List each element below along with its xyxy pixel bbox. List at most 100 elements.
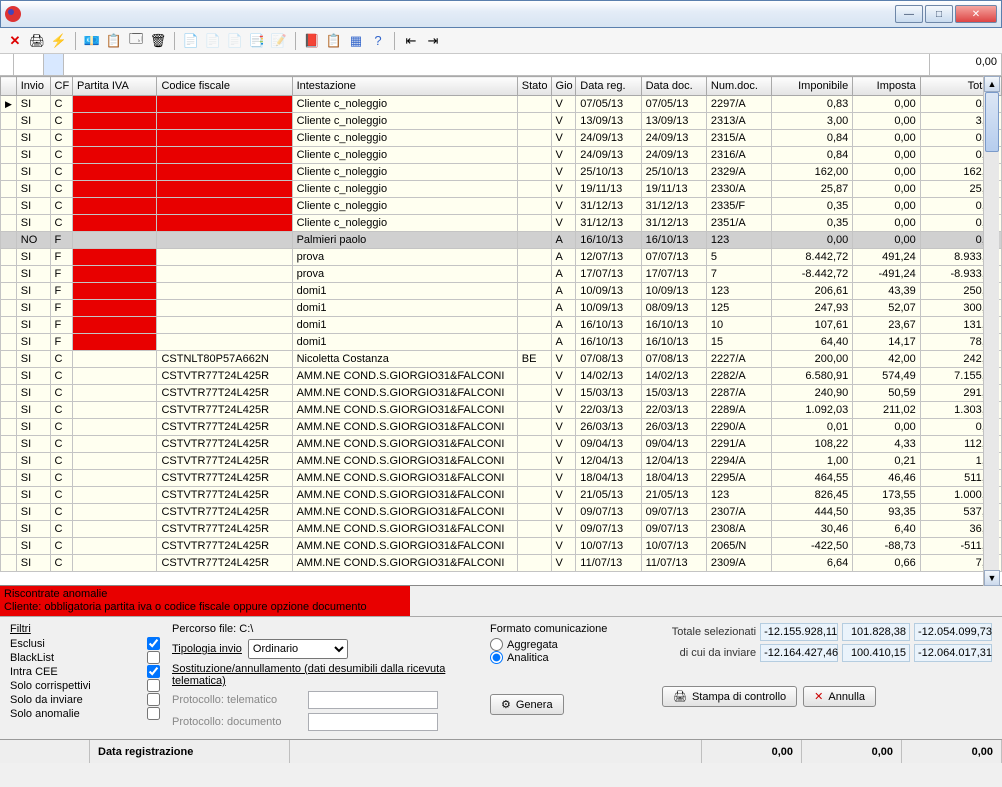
- proto-tele-input[interactable]: [308, 691, 438, 709]
- formato-header: Formato comunicazione: [490, 623, 650, 635]
- table-row[interactable]: SICCliente c_noleggioV25/10/1325/10/1323…: [1, 164, 1002, 181]
- close-button[interactable]: ✕: [955, 5, 997, 23]
- filter-solo-da-inviare[interactable]: Solo da inviare: [10, 693, 160, 706]
- table-row[interactable]: SICCSTVTR77T24L425RAMM.NE COND.S.GIORGIO…: [1, 555, 1002, 572]
- bolt-icon[interactable]: ⚡: [50, 32, 68, 50]
- vertical-scrollbar[interactable]: ▲ ▼: [983, 76, 999, 586]
- indent-right-icon[interactable]: ⇥: [424, 32, 442, 50]
- table-row[interactable]: SICCSTVTR77T24L425RAMM.NE COND.S.GIORGIO…: [1, 538, 1002, 555]
- doc4-icon[interactable]: 📑: [248, 32, 266, 50]
- grid-icon[interactable]: ▦: [347, 32, 365, 50]
- filter-solo-anomalie[interactable]: Solo anomalie: [10, 707, 160, 720]
- table-row[interactable]: SICCSTVTR77T24L425RAMM.NE COND.S.GIORGIO…: [1, 419, 1002, 436]
- annulla-button[interactable]: ✕Annulla: [803, 686, 876, 707]
- col-rowheader[interactable]: [1, 77, 17, 96]
- table-row[interactable]: SICCSTNLT80P57A662NNicoletta CostanzaBEV…: [1, 351, 1002, 368]
- doc3-icon[interactable]: 📄: [226, 32, 244, 50]
- table-row[interactable]: SICCSTVTR77T24L425RAMM.NE COND.S.GIORGIO…: [1, 436, 1002, 453]
- col-Partita IVA[interactable]: Partita IVA: [73, 77, 157, 96]
- col-Invio[interactable]: Invio: [16, 77, 50, 96]
- table-row[interactable]: SICCliente c_noleggioV24/09/1324/09/1323…: [1, 130, 1002, 147]
- filter-checkbox[interactable]: [147, 693, 160, 706]
- formato-aggregata[interactable]: Aggregata: [490, 638, 650, 651]
- anomaly-line1: Riscontrate anomalie: [4, 588, 406, 601]
- clipboard-icon[interactable]: 📋: [325, 32, 343, 50]
- scroll-thumb[interactable]: [985, 92, 999, 152]
- sel-imposta: 101.828,38: [842, 623, 910, 641]
- table-row[interactable]: ▶SICCliente c_noleggioV07/05/1307/05/132…: [1, 96, 1002, 113]
- table-row[interactable]: SICCliente c_noleggioV19/11/1319/11/1323…: [1, 181, 1002, 198]
- tipologia-select[interactable]: Ordinario: [248, 639, 348, 659]
- toolbar: ✕ 🖨 ⚡ 💶 📋 🗔 🗑 📄 📄 📄 📑 📝 📕 📋 ▦ ? ⇤ ⇥: [0, 28, 1002, 54]
- sostituzione-link[interactable]: Sostituzione/annullamento (dati desumibi…: [172, 663, 478, 687]
- col-Num.doc.[interactable]: Num.doc.: [706, 77, 771, 96]
- col-Imponibile[interactable]: Imponibile: [772, 77, 853, 96]
- table-row[interactable]: SICCSTVTR77T24L425RAMM.NE COND.S.GIORGIO…: [1, 487, 1002, 504]
- money-icon[interactable]: 💶: [83, 32, 101, 50]
- printer-icon: 🖨: [673, 690, 687, 703]
- table-row[interactable]: SIFprovaA17/07/1317/07/137-8.442,72-491,…: [1, 266, 1002, 283]
- trash-icon[interactable]: 🗑: [149, 32, 167, 50]
- filter-checkbox[interactable]: [147, 665, 160, 678]
- filter-intra-cee[interactable]: Intra CEE: [10, 665, 160, 678]
- inv-imponibile: -12.164.427,46: [760, 644, 838, 662]
- formato-analitica[interactable]: Analitica: [490, 651, 650, 664]
- data-grid[interactable]: InvioCFPartita IVACodice fiscaleIntestaz…: [0, 76, 1002, 586]
- scroll-down-icon[interactable]: ▼: [984, 570, 1000, 586]
- stampa-button[interactable]: 🖨Stampa di controllo: [662, 686, 797, 707]
- table-row[interactable]: SICCSTVTR77T24L425RAMM.NE COND.S.GIORGIO…: [1, 368, 1002, 385]
- col-Imposta[interactable]: Imposta: [853, 77, 921, 96]
- table-row[interactable]: SIFdomi1A10/09/1310/09/13123206,6143,392…: [1, 283, 1002, 300]
- doc5-icon[interactable]: 📝: [270, 32, 288, 50]
- proto-doc-input[interactable]: [308, 713, 438, 731]
- filter-checkbox[interactable]: [147, 637, 160, 650]
- window-icon[interactable]: 🗔: [127, 32, 145, 50]
- table-row[interactable]: SIFprovaA12/07/1307/07/1358.442,72491,24…: [1, 249, 1002, 266]
- col-Intestazione[interactable]: Intestazione: [292, 77, 517, 96]
- table-row[interactable]: SICCSTVTR77T24L425RAMM.NE COND.S.GIORGIO…: [1, 453, 1002, 470]
- table-row[interactable]: SICCliente c_noleggioV31/12/1331/12/1323…: [1, 198, 1002, 215]
- maximize-button[interactable]: □: [925, 5, 953, 23]
- filters-panel: Filtri EsclusiBlackListIntra CEESolo cor…: [10, 623, 160, 735]
- search-total: 0,00: [930, 54, 1002, 75]
- table-row[interactable]: NOFPalmieri paoloA16/10/1316/10/131230,0…: [1, 232, 1002, 249]
- tipologia-label: Tipologia invio: [172, 643, 242, 655]
- filter-checkbox[interactable]: [147, 651, 160, 664]
- table-row[interactable]: SICCSTVTR77T24L425RAMM.NE COND.S.GIORGIO…: [1, 385, 1002, 402]
- col-Codice fiscale[interactable]: Codice fiscale: [157, 77, 292, 96]
- scroll-up-icon[interactable]: ▲: [984, 76, 1000, 92]
- indent-left-icon[interactable]: ⇤: [402, 32, 420, 50]
- filter-esclusi[interactable]: Esclusi: [10, 637, 160, 650]
- filter-blacklist[interactable]: BlackList: [10, 651, 160, 664]
- table-row[interactable]: SICCSTVTR77T24L425RAMM.NE COND.S.GIORGIO…: [1, 402, 1002, 419]
- help-icon[interactable]: ?: [369, 32, 387, 50]
- doc2-icon[interactable]: 📄: [204, 32, 222, 50]
- table-row[interactable]: SICCSTVTR77T24L425RAMM.NE COND.S.GIORGIO…: [1, 521, 1002, 538]
- filter-solo-corrispettivi[interactable]: Solo corrispettivi: [10, 679, 160, 692]
- delete-icon[interactable]: ✕: [6, 32, 24, 50]
- list-icon[interactable]: 📋: [105, 32, 123, 50]
- filter-checkbox[interactable]: [147, 679, 160, 692]
- table-row[interactable]: SIFdomi1A16/10/1316/10/131564,4014,1778,…: [1, 334, 1002, 351]
- col-CF[interactable]: CF: [50, 77, 73, 96]
- table-row[interactable]: SICCliente c_noleggioV13/09/1313/09/1323…: [1, 113, 1002, 130]
- col-Data reg.[interactable]: Data reg.: [576, 77, 641, 96]
- table-row[interactable]: SICCSTVTR77T24L425RAMM.NE COND.S.GIORGIO…: [1, 504, 1002, 521]
- col-Gio[interactable]: Gio: [551, 77, 576, 96]
- table-row[interactable]: SIFdomi1A16/10/1316/10/1310107,6123,6713…: [1, 317, 1002, 334]
- table-row[interactable]: SICCliente c_noleggioV31/12/1331/12/1323…: [1, 215, 1002, 232]
- genera-button[interactable]: ⚙Genera: [490, 694, 564, 715]
- col-Stato[interactable]: Stato: [517, 77, 551, 96]
- col-Data doc.[interactable]: Data doc.: [641, 77, 706, 96]
- note-icon[interactable]: 📕: [303, 32, 321, 50]
- bottom-panel: Filtri EsclusiBlackListIntra CEESolo cor…: [0, 616, 1002, 739]
- copy-icon[interactable]: 📄: [182, 32, 200, 50]
- table-row[interactable]: SICCSTVTR77T24L425RAMM.NE COND.S.GIORGIO…: [1, 470, 1002, 487]
- inv-imposta: 100.410,15: [842, 644, 910, 662]
- table-row[interactable]: SICCliente c_noleggioV24/09/1324/09/1323…: [1, 147, 1002, 164]
- minimize-button[interactable]: ―: [895, 5, 923, 23]
- print-icon[interactable]: 🖨: [28, 32, 46, 50]
- table-row[interactable]: SIFdomi1A10/09/1308/09/13125247,9352,073…: [1, 300, 1002, 317]
- app-icon: [5, 6, 21, 22]
- filter-checkbox[interactable]: [147, 707, 160, 720]
